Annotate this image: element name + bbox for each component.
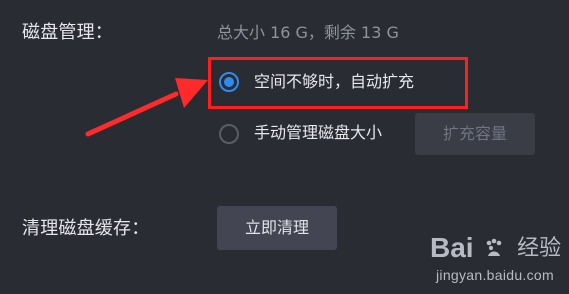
clear-now-button[interactable]: 立即清理 xyxy=(217,206,337,250)
watermark-text-jingyan: 经验 xyxy=(517,236,562,261)
watermark-brand: Bai 经验 xyxy=(430,234,561,265)
watermark-text-bai: Bai xyxy=(430,232,474,263)
watermark: Bai 经验 jingyan.baidu.com xyxy=(430,234,565,290)
disk-management-label: 磁盘管理： xyxy=(22,22,113,43)
manual-size-label[interactable]: 手动管理磁盘大小 xyxy=(254,125,382,141)
highlight-box xyxy=(208,57,468,109)
manual-size-radio[interactable] xyxy=(219,124,239,144)
expand-capacity-button[interactable]: 扩充容量 xyxy=(415,113,535,155)
paw-icon xyxy=(483,236,505,258)
arrow-head xyxy=(175,78,208,108)
clear-cache-label: 清理磁盘缓存： xyxy=(22,218,150,239)
disk-summary: 总大小 16 G，剩余 13 G xyxy=(217,23,399,42)
arrow-shaft xyxy=(85,91,179,137)
watermark-url: jingyan.baidu.com xyxy=(436,267,554,283)
red-arrow xyxy=(85,78,208,137)
